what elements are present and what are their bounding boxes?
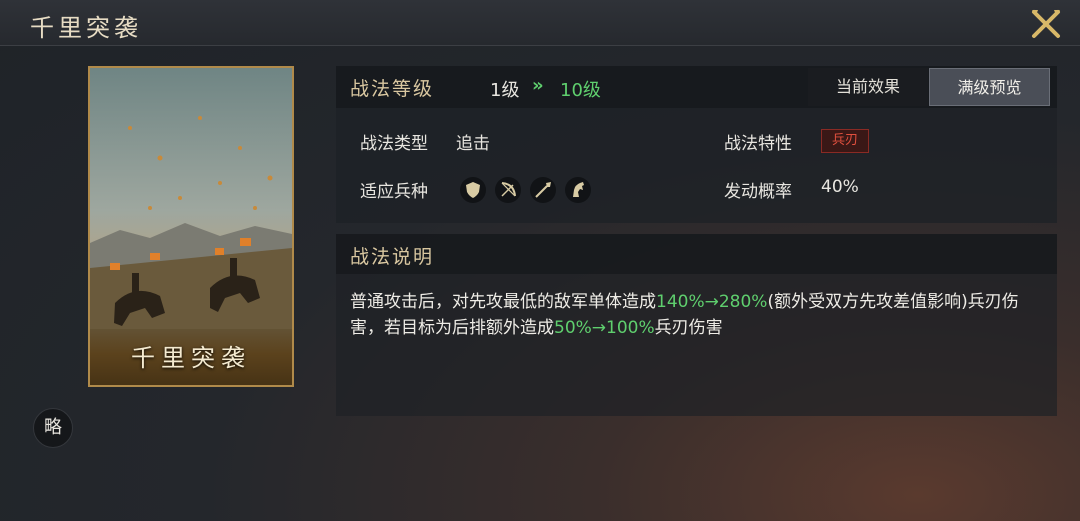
- horse-icon: [565, 177, 591, 203]
- description-part1: 普通攻击后，对先攻最低的敌军单体造成: [350, 292, 656, 312]
- description-part3: 兵刃伤害: [654, 318, 723, 338]
- level-arrow-icon: »: [532, 75, 544, 96]
- skill-trait-label: 战法特性: [724, 134, 792, 154]
- skill-card: 千里突袭: [88, 66, 294, 387]
- skill-type-label: 战法类型: [360, 134, 428, 154]
- card-name: 千里突袭: [131, 344, 251, 372]
- card-name-band: 千里突袭: [90, 329, 292, 385]
- troop-type-label: 适应兵种: [360, 182, 428, 202]
- skill-trait-badge: 兵刃: [821, 129, 869, 153]
- spear-icon: [530, 177, 556, 203]
- damage-highlight-2: 50%→100%: [554, 318, 655, 338]
- close-button[interactable]: [1026, 6, 1066, 42]
- skill-description-panel: 战法说明 普通攻击后，对先攻最低的敌军单体造成140%→280%(额外受双方先攻…: [336, 234, 1057, 416]
- tab-max-preview[interactable]: 满级预览: [929, 68, 1050, 106]
- shield-icon: [460, 177, 486, 203]
- level-max: 10级: [560, 80, 601, 101]
- skill-level-label: 战法等级: [350, 78, 435, 100]
- strategy-badge[interactable]: 略: [33, 408, 73, 448]
- skill-info-panel: 战法等级 1级 » 10级 当前效果 满级预览 战法类型 追击 战法特性 兵刃 …: [336, 66, 1057, 223]
- level-current: 1级: [490, 80, 520, 101]
- title-bar: 千里突袭: [0, 0, 1080, 46]
- damage-highlight-1: 140%→280%: [656, 292, 768, 312]
- panel-header: 战法等级 1级 » 10级 当前效果 满级预览: [336, 66, 1057, 108]
- description-header: 战法说明: [336, 234, 1057, 274]
- trigger-chance-value: 40%: [821, 177, 859, 197]
- close-icon[interactable]: [1026, 6, 1066, 42]
- tab-current-effect[interactable]: 当前效果: [808, 68, 928, 106]
- description-text: 普通攻击后，对先攻最低的敌军单体造成140%→280%(额外受双方先攻差值影响)…: [350, 289, 1050, 341]
- window-title: 千里突袭: [30, 14, 142, 42]
- description-title: 战法说明: [350, 246, 435, 268]
- bow-icon: [495, 177, 521, 203]
- trigger-chance-label: 发动概率: [724, 182, 792, 202]
- skill-type-value: 追击: [456, 134, 490, 154]
